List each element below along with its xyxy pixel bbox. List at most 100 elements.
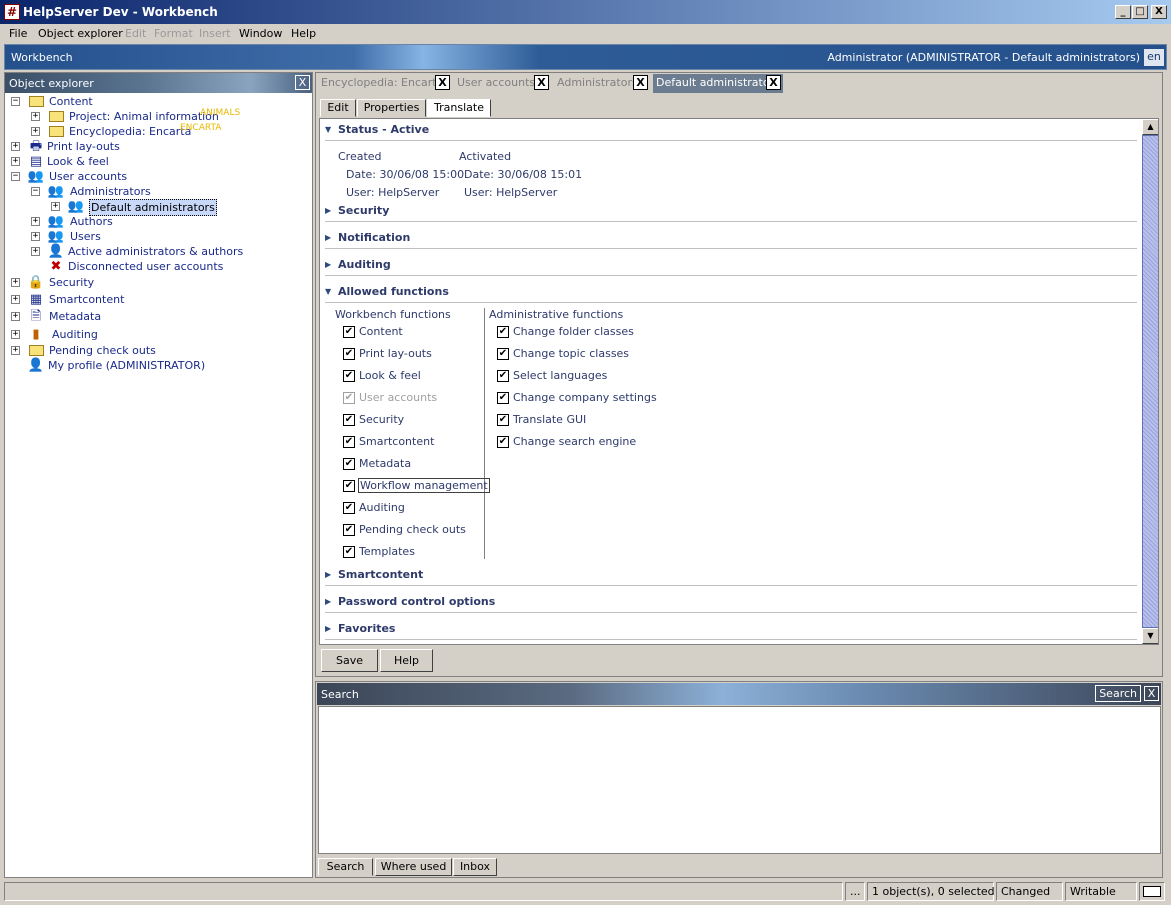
checkbox-checked-icon[interactable]: ✔ [343,480,355,492]
doc-tab-user-accounts[interactable]: User accounts [457,74,535,93]
help-button[interactable]: Help [380,649,433,672]
close-tab-icon[interactable]: X [435,75,450,90]
checkbox-checked-icon[interactable]: ✔ [343,414,355,426]
expand-icon[interactable]: + [31,232,40,241]
section-auditing[interactable]: ▶ Auditing [325,256,1137,276]
tree-item-active-administrators[interactable]: + 👤 Active administrators & authors [9,244,309,259]
checkbox-checked-icon[interactable]: ✔ [343,524,355,536]
menu-file[interactable]: File [9,27,27,40]
checkbox-checked-icon[interactable]: ✔ [497,392,509,404]
menu-format[interactable]: Format [154,27,193,40]
expand-icon[interactable]: + [11,330,20,339]
expand-icon[interactable]: + [51,202,60,211]
expand-icon[interactable]: + [11,312,20,321]
users-icon: 👥 [67,199,85,214]
tree-item-default-administrators[interactable]: + 👥 Default administrators [9,199,309,216]
search-results-area[interactable] [318,706,1161,854]
close-icon[interactable]: X [1144,686,1159,701]
collapse-icon[interactable]: − [11,172,20,181]
tree-item-print-layouts[interactable]: + 🖶 Print lay-outs [9,139,309,154]
section-smartcontent[interactable]: ▶ Smartcontent [325,566,1137,586]
checkbox-checked-icon[interactable]: ✔ [343,436,355,448]
expand-icon[interactable]: + [11,295,20,304]
tree-item-look-and-feel[interactable]: + ▤ Look & feel [9,154,309,169]
status-more-button[interactable]: ... [845,882,865,901]
tab-search[interactable]: Search [318,858,373,876]
search-button[interactable]: Search [1095,685,1141,702]
menu-window[interactable]: Window [239,27,282,40]
close-icon[interactable]: X [295,75,310,90]
collapse-icon[interactable]: − [31,187,40,196]
close-tab-icon[interactable]: X [766,75,781,90]
tree-item-authors[interactable]: + 👥 Authors [9,214,309,229]
tree-item-encyclopedia-encarta[interactable]: + Encyclopedia: Encarta ENCARTA [9,123,309,139]
close-tab-icon[interactable]: X [633,75,648,90]
collapse-icon[interactable]: − [11,97,20,106]
language-button[interactable]: en [1144,49,1164,66]
save-button[interactable]: Save [321,649,378,672]
tab-translate[interactable]: Translate [427,99,491,117]
tree-item-auditing[interactable]: + ▮ Auditing [9,327,309,342]
tree-item-users[interactable]: + 👥 Users [9,229,309,244]
tree-item-my-profile[interactable]: 👤 My profile (ADMINISTRATOR) [9,358,309,373]
menu-edit[interactable]: Edit [125,27,146,40]
checkbox-checked-icon[interactable]: ✔ [343,502,355,514]
menu-insert[interactable]: Insert [199,27,231,40]
scroll-up-icon[interactable]: ▲ [1142,119,1158,135]
checkbox-checked-icon[interactable]: ✔ [497,348,509,360]
checkbox-checked-icon[interactable]: ✔ [497,414,509,426]
expand-icon[interactable]: + [11,157,20,166]
checkbox-checked-icon[interactable]: ✔ [343,348,355,360]
vertical-scrollbar[interactable]: ▲ ▼ [1142,119,1158,644]
maximize-button[interactable]: □ [1132,5,1148,19]
checkbox-checked-icon[interactable]: ✔ [497,370,509,382]
expand-icon[interactable]: + [31,127,40,136]
section-status[interactable]: ▼ Status - Active [325,121,1137,141]
expand-icon[interactable]: + [31,247,40,256]
checkbox-checked-icon[interactable]: ✔ [343,546,355,558]
expand-icon[interactable]: + [11,278,20,287]
expand-icon[interactable]: + [11,346,20,355]
tree-item-administrators[interactable]: − 👥 Administrators [9,184,309,199]
scroll-down-icon[interactable]: ▼ [1142,628,1158,644]
expand-icon[interactable]: + [11,142,20,151]
doc-tab-default-administrators[interactable]: Default administrators [653,74,783,93]
doc-tab-encyclopedia[interactable]: Encyclopedia: Encarta [321,74,443,93]
section-password-control-options[interactable]: ▶ Password control options [325,593,1137,613]
section-security[interactable]: ▶ Security [325,202,1137,222]
tree-item-smartcontent[interactable]: + ▦ Smartcontent [9,292,309,307]
section-allowed-functions[interactable]: ▼ Allowed functions [325,283,1137,303]
checkbox-checked-icon[interactable]: ✔ [343,458,355,470]
close-tab-icon[interactable]: X [534,75,549,90]
checkbox-checked-icon[interactable]: ✔ [343,370,355,382]
tree-item-label: User accounts [49,170,128,183]
expand-icon[interactable]: + [31,217,40,226]
tree-item-disconnected-user-accounts[interactable]: ✖ Disconnected user accounts [9,259,309,274]
menu-help[interactable]: Help [291,27,316,40]
minimize-button[interactable]: _ [1115,5,1131,19]
close-window-button[interactable]: X [1151,5,1167,19]
collapsed-arrow-icon: ▶ [325,624,332,633]
tree-item-content[interactable]: − Content [9,94,309,109]
checkbox-checked-icon[interactable]: ✔ [497,436,509,448]
chart-icon: ▮ [32,327,40,342]
tree-item-pending-check-outs[interactable]: + Pending check outs [9,343,309,358]
menu-object-explorer[interactable]: Object explorer [38,27,123,40]
expand-icon[interactable]: + [31,112,40,121]
tree-item-label: Users [70,230,101,243]
checkbox-checked-icon[interactable]: ✔ [497,326,509,338]
section-favorites[interactable]: ▶ Favorites [325,620,1137,640]
tree-item-user-accounts[interactable]: − 👥 User accounts [9,169,309,184]
activated-user: User: HelpServer [464,186,558,199]
tree-item-security[interactable]: + 🔒 Security [9,275,309,290]
tab-inbox[interactable]: Inbox [453,858,497,876]
checkbox-checked-icon[interactable]: ✔ [343,326,355,338]
doc-tab-administrators[interactable]: Administrators [557,74,638,93]
section-notification[interactable]: ▶ Notification [325,229,1137,249]
tab-edit[interactable]: Edit [320,99,356,117]
tab-where-used[interactable]: Where used [375,858,452,876]
tree-item-metadata[interactable]: + 🗎 Metadata [9,309,309,324]
tab-properties[interactable]: Properties [357,99,426,117]
scrollbar-thumb[interactable] [1142,135,1158,628]
tree-item-project-animal-information[interactable]: + Project: Animal information ANIMALS [9,108,309,124]
